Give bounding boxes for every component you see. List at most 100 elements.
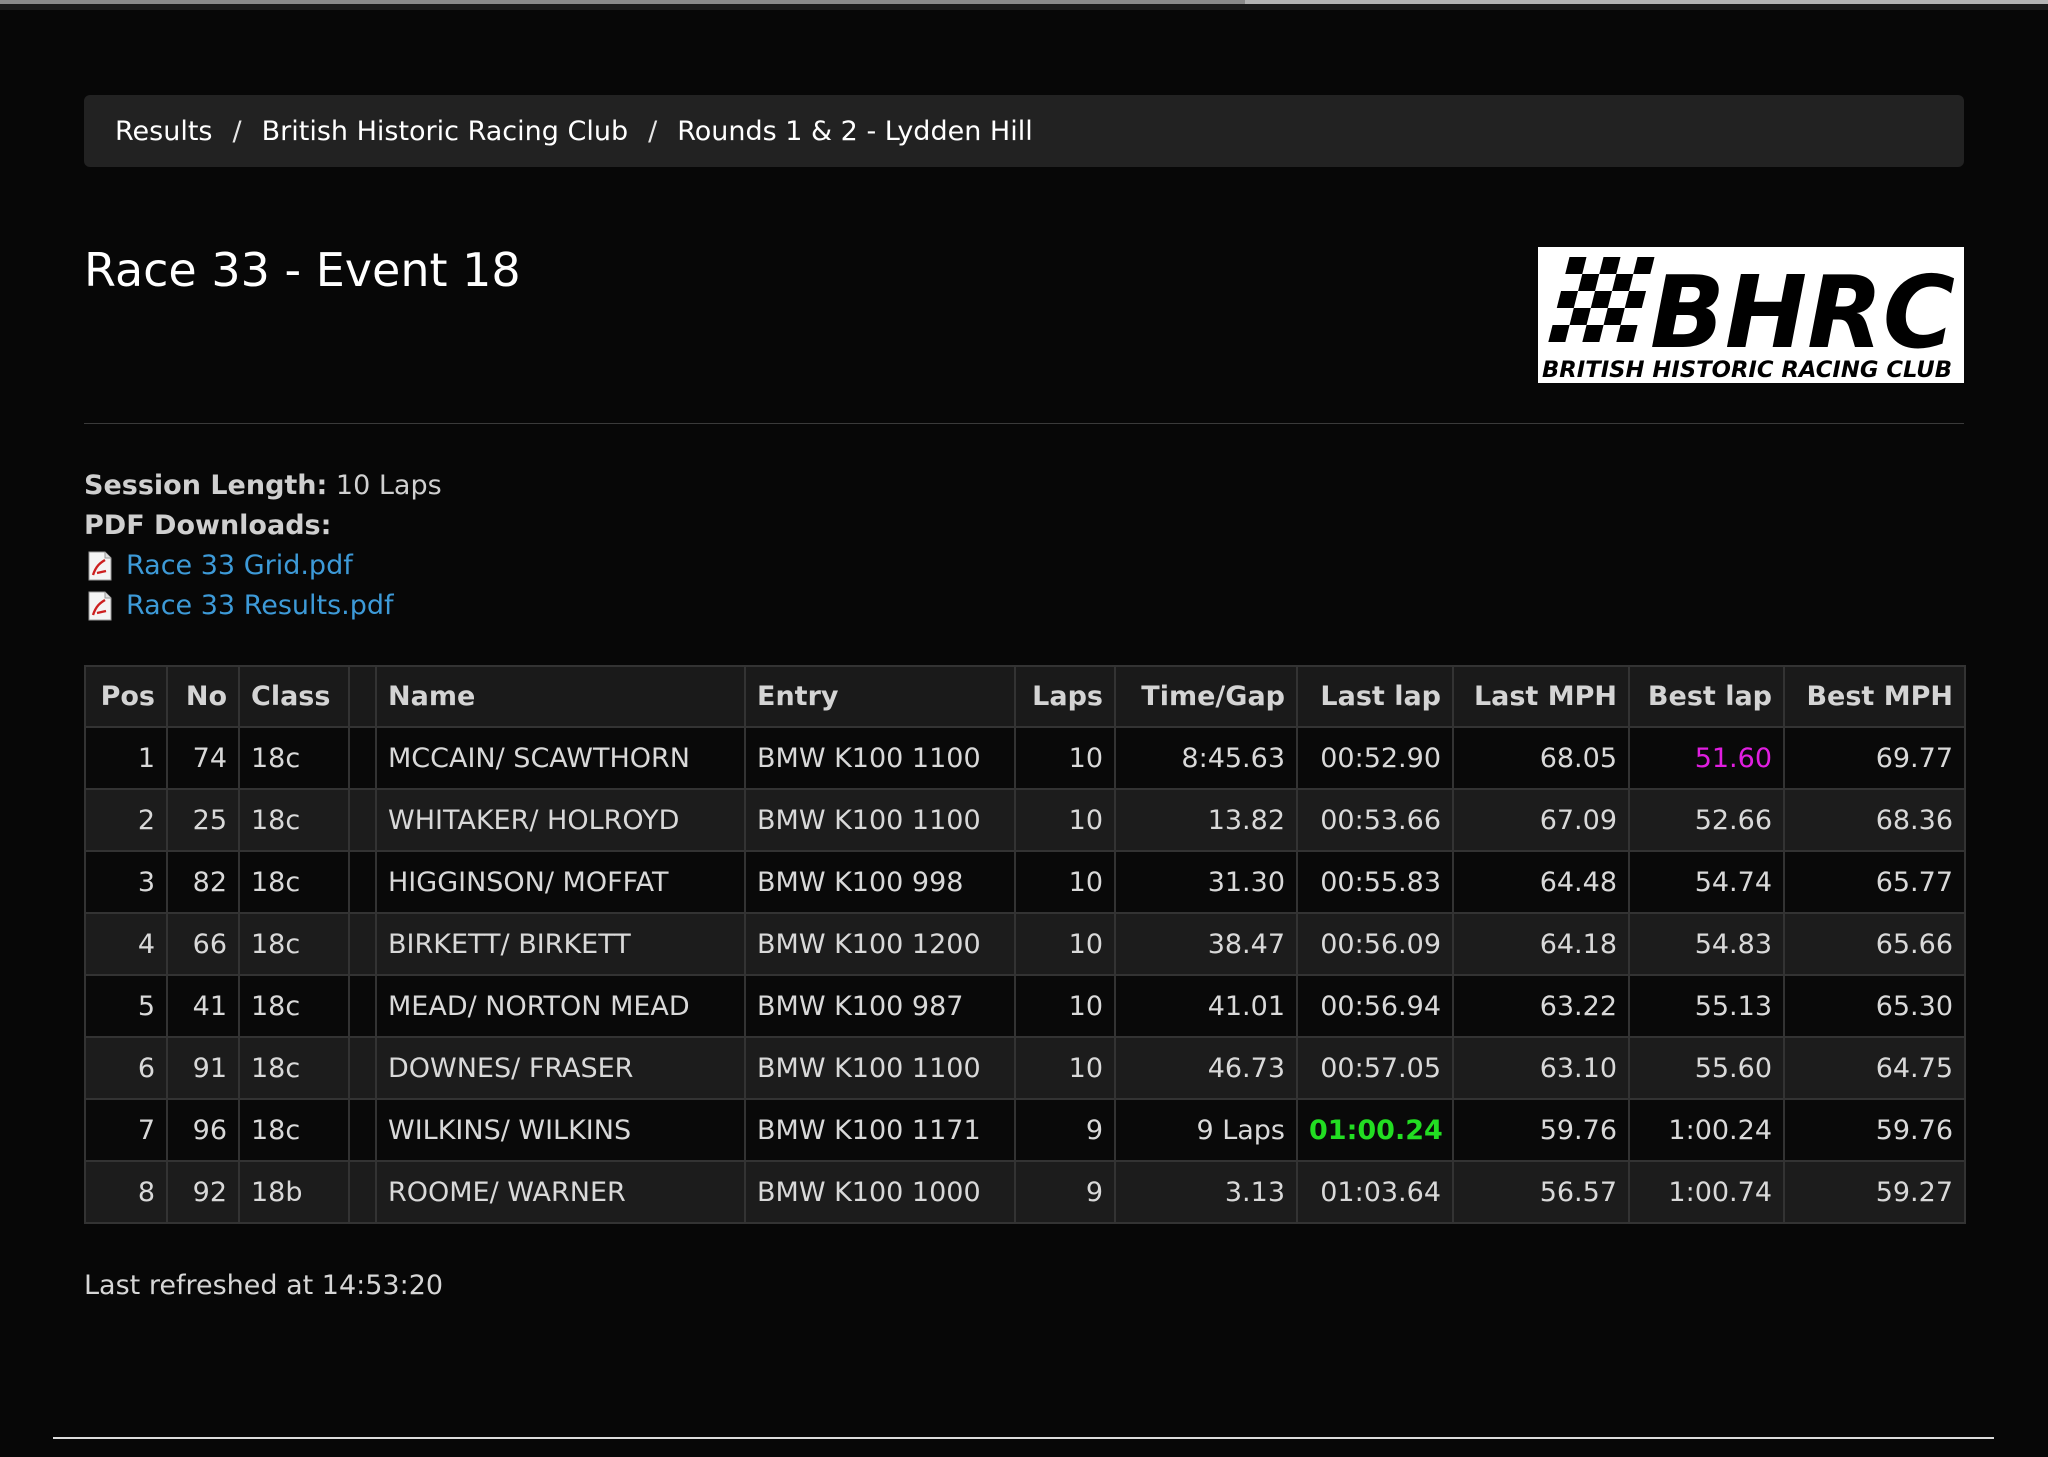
cell-best-lap: 1:00.24	[1628, 1098, 1785, 1162]
table-row: 1 74 18c MCCAIN/ SCAWTHORN BMW K100 1100 10 8:…	[84, 726, 1966, 790]
cell-time-gap: 13.82	[1114, 788, 1298, 852]
cell-time-gap: 31.30	[1114, 850, 1298, 914]
header-no: No	[166, 665, 240, 728]
cell-entry: BMW K100 1171	[744, 1098, 1016, 1162]
table-row: 8 92 18b ROOME/ WARNER BMW K100 1000 9 3.13 01:…	[84, 1160, 1966, 1224]
cell-best-mph: 68.36	[1783, 788, 1966, 852]
cell-no: 25	[166, 788, 240, 852]
cell-last-lap: 00:56.09	[1296, 912, 1454, 976]
cell-class: 18c	[238, 974, 350, 1038]
session-length: Session Length: 10 Laps	[84, 466, 442, 506]
cell-flag	[348, 912, 377, 976]
cell-best-mph: 59.76	[1783, 1098, 1966, 1162]
cell-time-gap: 8:45.63	[1114, 726, 1298, 790]
cell-last-mph: 63.22	[1452, 974, 1630, 1038]
pdf-downloads-heading: PDF Downloads:	[84, 510, 332, 541]
cell-entry: BMW K100 1100	[744, 1036, 1016, 1100]
cell-class: 18c	[238, 788, 350, 852]
cell-name: MEAD/ NORTON MEAD	[375, 974, 746, 1038]
cell-entry: BMW K100 1100	[744, 788, 1016, 852]
breadcrumb-results[interactable]: Results	[115, 116, 213, 147]
breadcrumb-separator: /	[648, 115, 658, 147]
pdf-downloads-label: PDF Downloads:	[84, 506, 442, 546]
page-title: Race 33 - Event 18	[84, 243, 521, 297]
breadcrumb-club[interactable]: British Historic Racing Club	[262, 116, 628, 147]
cell-last-lap: 00:55.83	[1296, 850, 1454, 914]
session-info: Session Length: 10 Laps PDF Downloads: R…	[84, 466, 442, 626]
cell-best-mph: 64.75	[1783, 1036, 1966, 1100]
cell-class: 18b	[238, 1160, 350, 1224]
cell-name: WHITAKER/ HOLROYD	[375, 788, 746, 852]
breadcrumb-current: Rounds 1 & 2 - Lydden Hill	[677, 115, 1033, 147]
bhrc-logo: BHRC BRITISH HISTORIC RACING CLUB	[1538, 247, 1964, 383]
cell-entry: BMW K100 998	[744, 850, 1016, 914]
cell-laps: 9	[1014, 1160, 1116, 1224]
table-row: 6 91 18c DOWNES/ FRASER BMW K100 1100 10 46.73…	[84, 1036, 1966, 1100]
cell-best-lap: 52.66	[1628, 788, 1785, 852]
results-table-body: 1 74 18c MCCAIN/ SCAWTHORN BMW K100 1100 10 8:…	[84, 726, 1966, 1224]
cell-best-lap: 55.13	[1628, 974, 1785, 1038]
header-last-lap: Last lap	[1296, 665, 1454, 728]
header-entry: Entry	[744, 665, 1016, 728]
cell-laps: 10	[1014, 726, 1116, 790]
cell-entry: BMW K100 1000	[744, 1160, 1016, 1224]
header-laps: Laps	[1014, 665, 1116, 728]
cell-last-lap: 00:57.05	[1296, 1036, 1454, 1100]
cell-time-gap: 9 Laps	[1114, 1098, 1298, 1162]
cell-flag	[348, 788, 377, 852]
cell-flag	[348, 1098, 377, 1162]
pdf-link-grid-text[interactable]: Race 33 Grid.pdf	[126, 546, 353, 586]
cell-pos: 8	[84, 1160, 168, 1224]
cell-best-lap: 55.60	[1628, 1036, 1785, 1100]
cell-no: 92	[166, 1160, 240, 1224]
cell-class: 18c	[238, 726, 350, 790]
cell-best-mph: 69.77	[1783, 726, 1966, 790]
pdf-icon	[88, 591, 112, 621]
cell-class: 18c	[238, 912, 350, 976]
table-row: 5 41 18c MEAD/ NORTON MEAD BMW K100 987 10 41.…	[84, 974, 1966, 1038]
cell-no: 66	[166, 912, 240, 976]
cell-time-gap: 3.13	[1114, 1160, 1298, 1224]
cell-pos: 2	[84, 788, 168, 852]
cell-best-lap: 51.60	[1628, 726, 1785, 790]
cell-last-lap: 00:53.66	[1296, 788, 1454, 852]
cell-laps: 9	[1014, 1098, 1116, 1162]
cell-flag	[348, 1036, 377, 1100]
cell-name: BIRKETT/ BIRKETT	[375, 912, 746, 976]
session-length-label: Session Length:	[84, 470, 328, 501]
pdf-link-results-text[interactable]: Race 33 Results.pdf	[126, 586, 394, 626]
header-row: Pos No Class Name Entry Laps Time/Gap Last lap L…	[84, 665, 1966, 728]
cell-last-mph: 59.76	[1452, 1098, 1630, 1162]
cell-best-mph: 59.27	[1783, 1160, 1966, 1224]
cell-no: 96	[166, 1098, 240, 1162]
cell-best-mph: 65.77	[1783, 850, 1966, 914]
bhrc-logo-graphic: BHRC BRITISH HISTORIC RACING CLUB	[1542, 254, 1955, 383]
cell-time-gap: 41.01	[1114, 974, 1298, 1038]
cell-pos: 4	[84, 912, 168, 976]
cell-pos: 7	[84, 1098, 168, 1162]
cell-no: 74	[166, 726, 240, 790]
cell-last-mph: 64.48	[1452, 850, 1630, 914]
header-best-mph: Best MPH	[1783, 665, 1966, 728]
cell-no: 41	[166, 974, 240, 1038]
pdf-link-results[interactable]: Race 33 Results.pdf	[84, 586, 442, 626]
cell-last-mph: 64.18	[1452, 912, 1630, 976]
cell-class: 18c	[238, 1036, 350, 1100]
cell-best-lap: 1:00.74	[1628, 1160, 1785, 1224]
table-row: 3 82 18c HIGGINSON/ MOFFAT BMW K100 998 10 31.…	[84, 850, 1966, 914]
cell-flag	[348, 850, 377, 914]
cell-flag	[348, 974, 377, 1038]
logo-wordmark: BHRC	[1650, 254, 1955, 371]
table-row: 2 25 18c WHITAKER/ HOLROYD BMW K100 1100 10 13…	[84, 788, 1966, 852]
cell-entry: BMW K100 1100	[744, 726, 1016, 790]
header-best-lap: Best lap	[1628, 665, 1785, 728]
cell-last-lap: 00:52.90	[1296, 726, 1454, 790]
cell-laps: 10	[1014, 974, 1116, 1038]
cell-best-mph: 65.66	[1783, 912, 1966, 976]
cell-name: DOWNES/ FRASER	[375, 1036, 746, 1100]
cell-last-lap: 01:00.24	[1296, 1098, 1454, 1162]
cell-last-mph: 67.09	[1452, 788, 1630, 852]
header-name: Name	[375, 665, 746, 728]
divider	[84, 423, 1964, 424]
pdf-link-grid[interactable]: Race 33 Grid.pdf	[84, 546, 442, 586]
